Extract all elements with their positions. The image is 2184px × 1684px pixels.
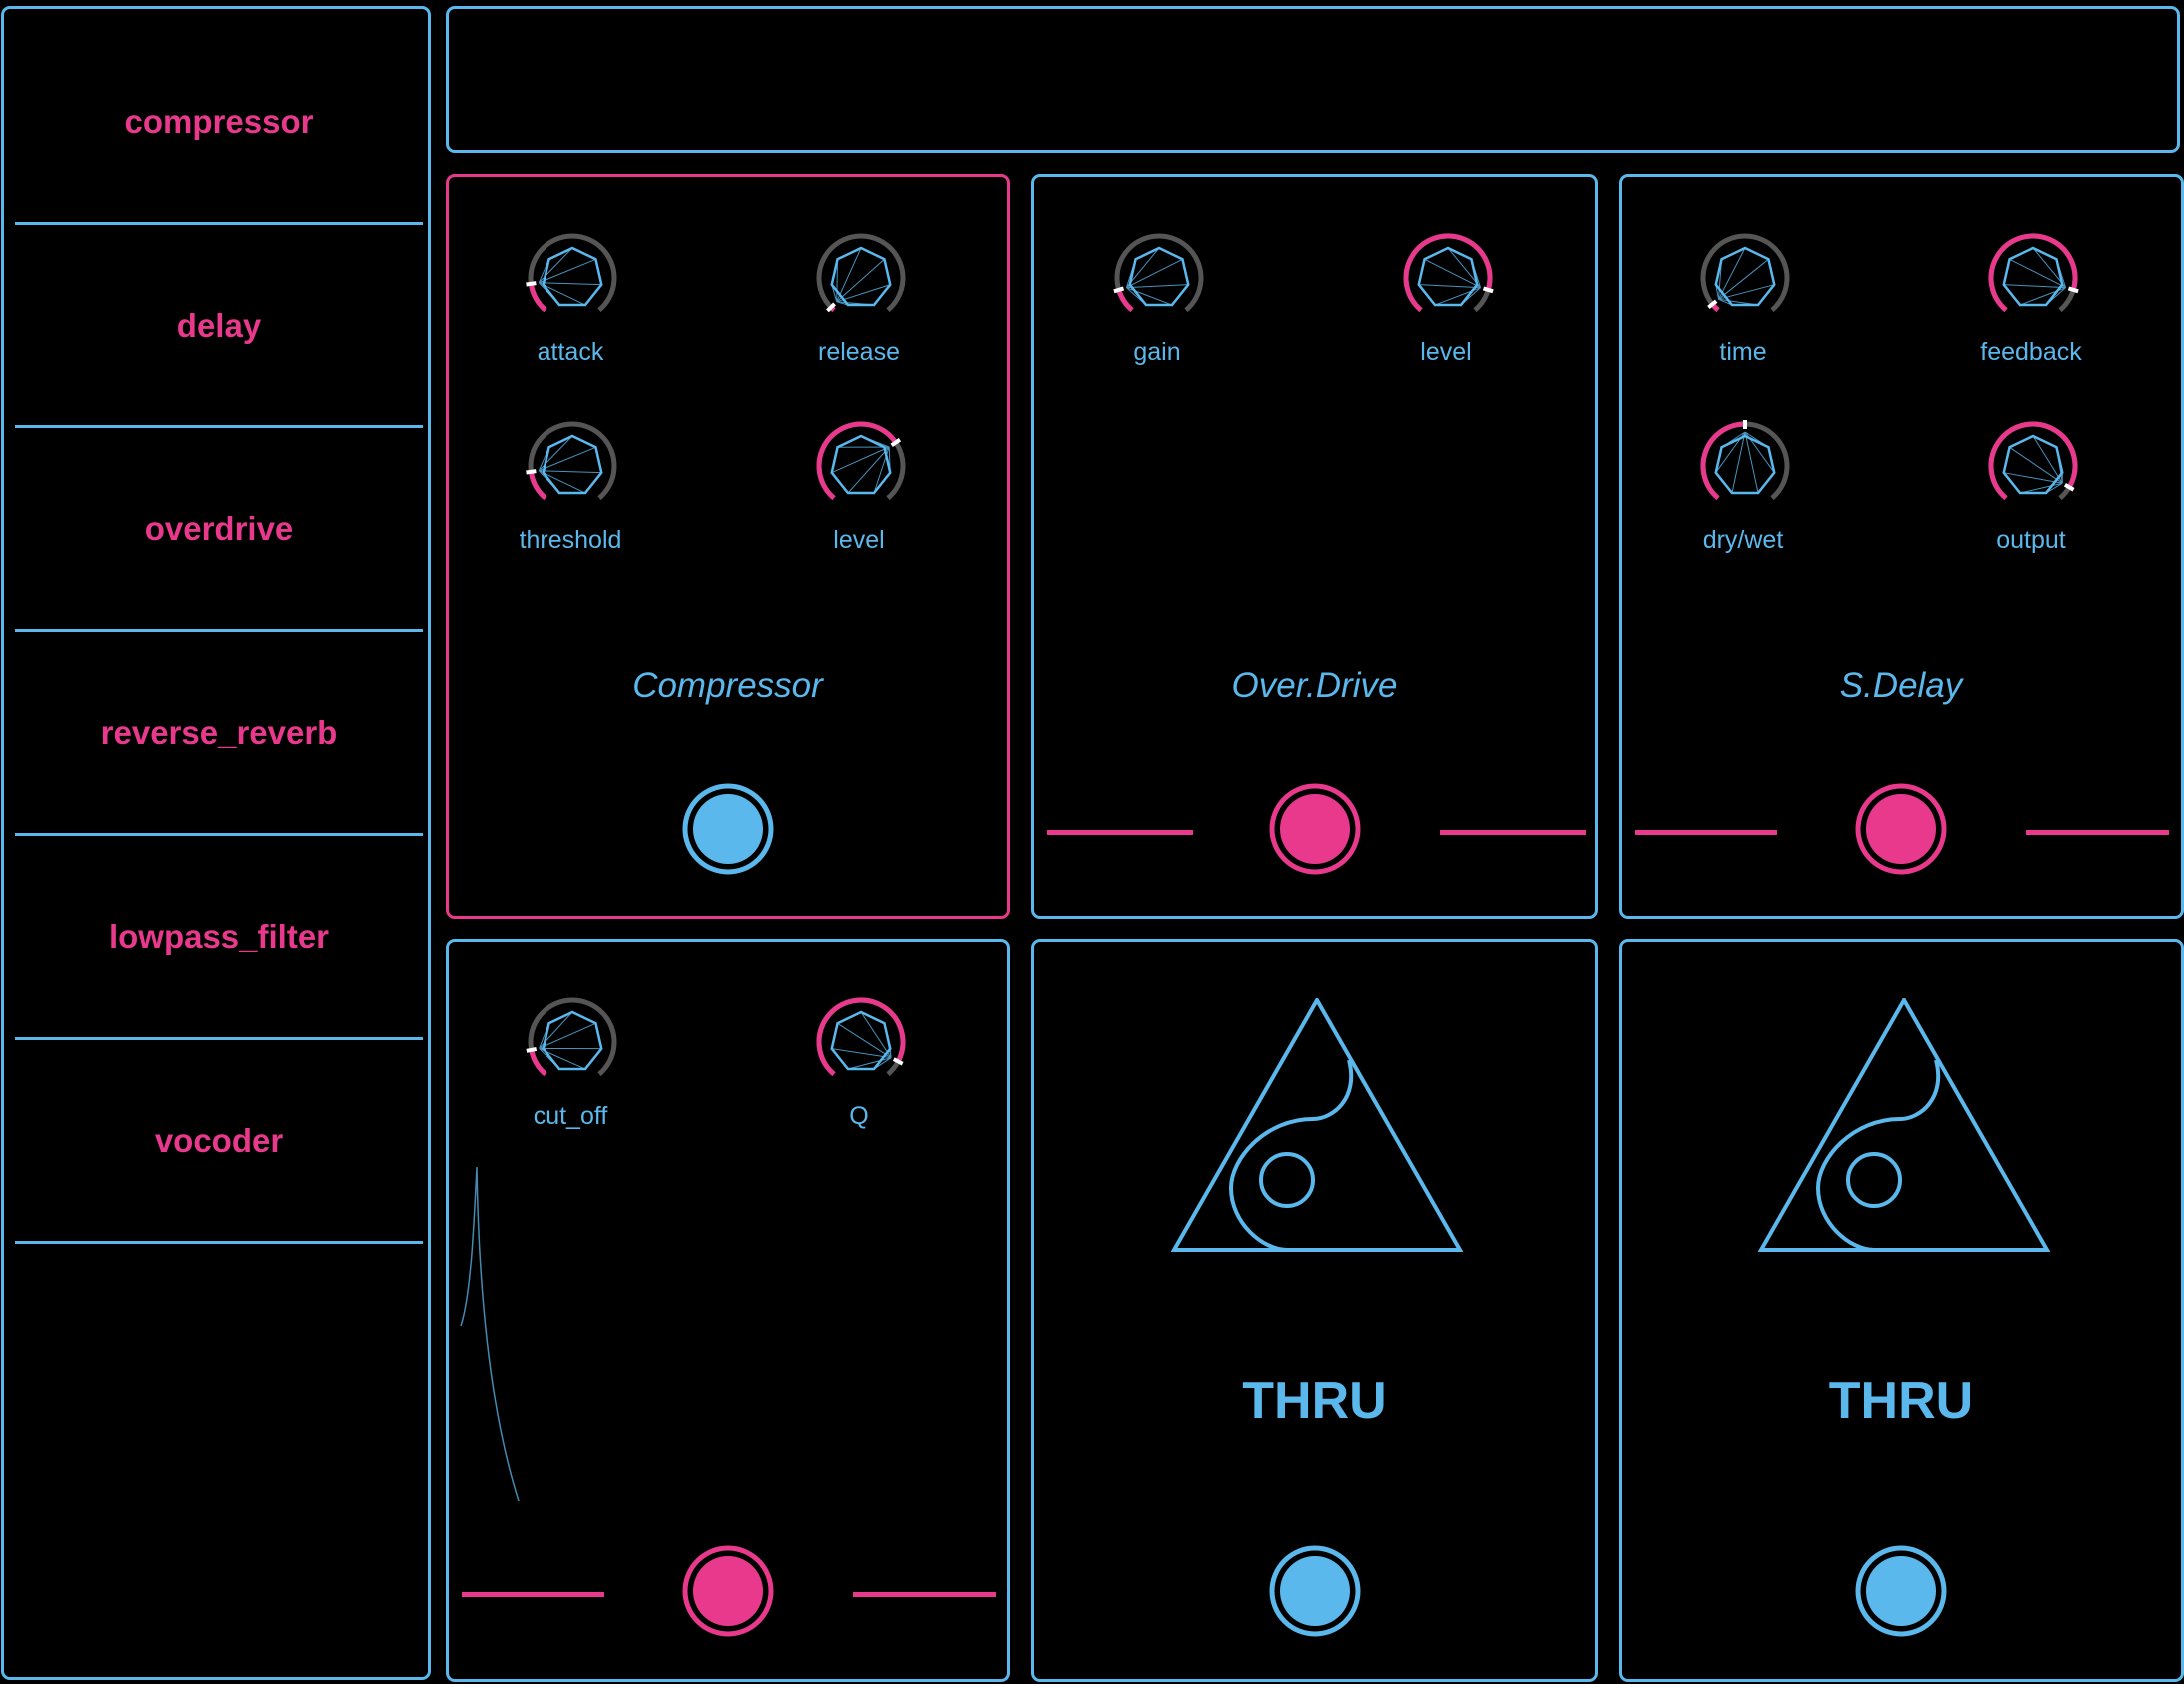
- knob-label: cut_off: [533, 1102, 608, 1130]
- knob-indicator: [526, 1046, 538, 1053]
- knob-dial[interactable]: [526, 995, 619, 1089]
- knob-dial[interactable]: [526, 231, 619, 325]
- knob-label: release: [818, 338, 900, 366]
- knob-body: [1714, 434, 1776, 495]
- signal-line-in: [1047, 830, 1193, 835]
- triangle-logo-icon: [1171, 998, 1463, 1252]
- knob-indicator: [1482, 286, 1494, 294]
- overdrive-panel[interactable]: gain level Over.Drive: [1031, 174, 1598, 919]
- panel-title: Compressor: [632, 666, 823, 705]
- sidebar-item-vocoder[interactable]: vocoder: [15, 1040, 423, 1244]
- knob-body: [830, 434, 892, 495]
- knob-indicator: [1113, 286, 1125, 294]
- sidebar-item-lowpass-filter[interactable]: lowpass_filter: [15, 836, 423, 1040]
- knob-label: Q: [849, 1102, 869, 1130]
- sidebar-item-delay[interactable]: delay: [15, 225, 423, 428]
- sidebar-item-reverse-reverb[interactable]: reverse_reverb: [15, 632, 423, 836]
- sidebar-item-overdrive[interactable]: overdrive: [15, 428, 423, 632]
- lowpass-filter-panel[interactable]: cut_off Q: [446, 939, 1010, 1682]
- thru-label: THRU: [1242, 1372, 1387, 1430]
- footswitch-button[interactable]: [682, 1545, 774, 1637]
- knob-body: [542, 1010, 603, 1071]
- signal-line-out: [1440, 830, 1586, 835]
- knob-label: level: [833, 526, 885, 554]
- gain-knob[interactable]: gain: [1072, 231, 1242, 381]
- level-knob[interactable]: level: [1361, 231, 1531, 381]
- knob-dial[interactable]: [1112, 231, 1206, 325]
- thru-panel-1[interactable]: THRU: [1031, 939, 1598, 1682]
- knob-dial[interactable]: [1986, 420, 2080, 513]
- knob-label: attack: [537, 338, 604, 366]
- footswitch-button[interactable]: [682, 783, 774, 875]
- knob-dial[interactable]: [526, 420, 619, 513]
- delay-panel[interactable]: time feedback dry/wet output S.Delay: [1619, 174, 2184, 919]
- signal-line-out: [2026, 830, 2169, 835]
- knob-body: [2002, 246, 2064, 307]
- footswitch-button[interactable]: [1855, 1545, 1947, 1637]
- knob-label: threshold: [519, 526, 622, 554]
- knob-dial[interactable]: [814, 995, 908, 1089]
- triangle-logo-icon: [1758, 998, 2050, 1252]
- knob-label: feedback: [1980, 338, 2082, 366]
- dry-wet-knob[interactable]: dry/wet: [1658, 420, 1828, 569]
- cut-off-knob[interactable]: cut_off: [486, 995, 655, 1145]
- knob-label: output: [1996, 526, 2066, 554]
- knob-body: [1128, 246, 1190, 307]
- filter-response-curve: [460, 1167, 520, 1502]
- panel-title: Over.Drive: [1231, 666, 1398, 705]
- footswitch-button[interactable]: [1269, 1545, 1361, 1637]
- knob-dial[interactable]: [814, 420, 908, 513]
- threshold-knob[interactable]: threshold: [486, 420, 655, 569]
- knob-dial[interactable]: [1698, 420, 1792, 513]
- q-knob[interactable]: Q: [774, 995, 944, 1145]
- thru-label: THRU: [1828, 1372, 1974, 1430]
- sidebar-item-compressor[interactable]: compressor: [15, 21, 423, 225]
- footswitch-button[interactable]: [1269, 783, 1361, 875]
- knob-value-arc: [1116, 289, 1134, 313]
- knob-label: time: [1719, 338, 1767, 366]
- panel-title: S.Delay: [1839, 666, 1963, 705]
- signal-line-in: [1635, 830, 1777, 835]
- knob-indicator: [526, 469, 537, 475]
- time-knob[interactable]: time: [1658, 231, 1828, 381]
- knob-label: gain: [1133, 338, 1181, 366]
- release-knob[interactable]: release: [774, 231, 944, 381]
- knob-value-arc: [529, 1049, 547, 1077]
- output-knob[interactable]: output: [1946, 420, 2116, 569]
- knob-indicator: [2067, 286, 2079, 294]
- feedback-knob[interactable]: feedback: [1946, 231, 2116, 381]
- level-knob[interactable]: level: [774, 420, 944, 569]
- knob-label: level: [1420, 338, 1472, 366]
- knob-body: [1714, 246, 1776, 307]
- knob-body: [2002, 434, 2064, 495]
- signal-line-out: [853, 1592, 996, 1597]
- knob-dial[interactable]: [814, 231, 908, 325]
- footswitch-button[interactable]: [1855, 783, 1947, 875]
- compressor-panel[interactable]: attack release threshold level Compresso…: [446, 174, 1010, 919]
- thru-panel-2[interactable]: THRU: [1619, 939, 2184, 1682]
- knob-dial[interactable]: [1698, 231, 1792, 325]
- attack-knob[interactable]: attack: [486, 231, 655, 381]
- knob-indicator: [526, 281, 537, 287]
- top-display-bar: [446, 6, 2180, 153]
- signal-line-in: [462, 1592, 604, 1597]
- knob-body: [830, 246, 892, 307]
- knob-dial[interactable]: [1401, 231, 1495, 325]
- effects-sidebar: compressor delay overdrive reverse_rever…: [1, 6, 431, 1680]
- knob-label: dry/wet: [1702, 526, 1784, 554]
- knob-body: [1417, 246, 1479, 307]
- knob-dial[interactable]: [1986, 231, 2080, 325]
